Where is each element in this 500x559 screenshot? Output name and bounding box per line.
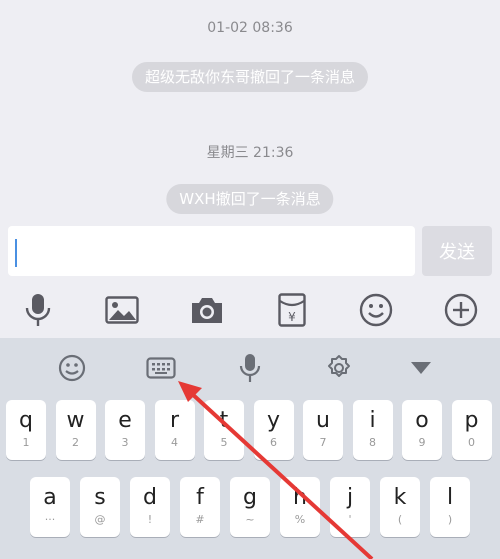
key-e[interactable]: e3 (105, 400, 145, 460)
key-l[interactable]: l) (430, 477, 470, 537)
key-label: a (43, 485, 57, 510)
key-label: f (196, 485, 204, 510)
key-label: u (316, 408, 330, 433)
key-f[interactable]: f # (180, 477, 220, 537)
key-s[interactable]: s @ (80, 477, 120, 537)
key-secondary-label: @ (94, 513, 106, 526)
key-label: q (19, 408, 33, 433)
key-secondary-label: 6 (270, 436, 277, 449)
key-d[interactable]: d! (130, 477, 170, 537)
key-secondary-label: ' (348, 513, 352, 526)
key-secondary-label: # (195, 513, 205, 526)
camera-icon[interactable] (187, 290, 227, 330)
keyboard-icon[interactable] (143, 352, 179, 384)
key-secondary-label: 2 (72, 436, 79, 449)
send-button[interactable]: 发送 (422, 226, 492, 276)
key-t[interactable]: t5 (204, 400, 244, 460)
emoji-icon[interactable] (54, 352, 90, 384)
key-label: r (169, 408, 180, 433)
key-label: h (293, 485, 307, 510)
key-secondary-label: ( (397, 513, 403, 526)
message-input[interactable] (8, 226, 415, 276)
key-k[interactable]: k( (380, 477, 420, 537)
recall-notice: 超级无敌你东哥撤回了一条消息 (131, 62, 369, 92)
emoji-icon[interactable] (356, 290, 396, 330)
key-secondary-label: ~ (245, 513, 255, 526)
key-q[interactable]: q1 (6, 400, 46, 460)
key-secondary-label: 1 (22, 436, 30, 449)
key-y[interactable]: y6 (253, 400, 294, 460)
chat-area: 01-02 08:36 超级无敌你东哥撤回了一条消息 星期三 21:36 WXH… (0, 0, 500, 222)
key-r[interactable]: r4 (154, 400, 195, 460)
key-u[interactable]: u7 (303, 400, 343, 460)
key-label: s (94, 485, 106, 510)
message-timestamp: 01-02 08:36 (207, 20, 293, 36)
key-p[interactable]: p0 (451, 400, 492, 460)
key-secondary-label: 3 (121, 436, 129, 449)
key-label: l (446, 485, 454, 510)
key-secondary-label: ! (147, 513, 153, 526)
key-secondary-label: 8 (369, 436, 376, 449)
collapse-icon[interactable] (403, 352, 439, 384)
svg-text:¥: ¥ (288, 310, 296, 324)
key-j[interactable]: j ' (330, 477, 370, 537)
image-icon[interactable] (102, 290, 142, 330)
key-secondary-label: 0 (468, 436, 475, 449)
key-label: d (143, 485, 157, 510)
message-input-row: 发送 (0, 222, 500, 280)
key-label: g (243, 485, 257, 510)
key-label: i (369, 408, 376, 433)
text-caret (15, 239, 17, 267)
key-secondary-label: ··· (44, 513, 56, 526)
key-label: y (266, 408, 281, 433)
red-packet-icon[interactable]: ¥ (272, 290, 312, 330)
recall-notice: WXH撤回了一条消息 (166, 184, 334, 214)
key-a[interactable]: a ··· (30, 477, 70, 537)
key-h[interactable]: h% (280, 477, 320, 537)
key-label: j (346, 485, 354, 510)
key-secondary-label: 5 (220, 436, 228, 449)
key-secondary-label: % (294, 513, 306, 526)
message-timestamp: 星期三 21:36 (206, 145, 294, 161)
key-label: p (464, 408, 479, 433)
key-w[interactable]: w2 (55, 400, 96, 460)
soft-keyboard: q1w2e3r4t5y6u7i8o9p0 a ··· s @ d! f # g ~ h% j ' k(l… (0, 338, 500, 559)
key-label: k (393, 485, 407, 510)
key-secondary-label: 4 (171, 436, 178, 449)
microphone-icon[interactable] (232, 352, 268, 384)
chat-toolbar: ¥ (0, 280, 500, 338)
settings-icon[interactable] (321, 352, 357, 384)
key-secondary-label: ) (447, 513, 453, 526)
key-label: t (219, 408, 229, 433)
key-label: o (415, 408, 429, 433)
key-secondary-label: 9 (418, 436, 426, 449)
key-g[interactable]: g ~ (230, 477, 270, 537)
key-i[interactable]: i8 (352, 400, 393, 460)
plus-icon[interactable] (441, 290, 481, 330)
key-o[interactable]: o9 (402, 400, 442, 460)
key-label: e (118, 408, 132, 433)
key-secondary-label: 7 (319, 436, 327, 449)
key-label: w (66, 408, 85, 433)
microphone-icon[interactable] (18, 290, 58, 330)
